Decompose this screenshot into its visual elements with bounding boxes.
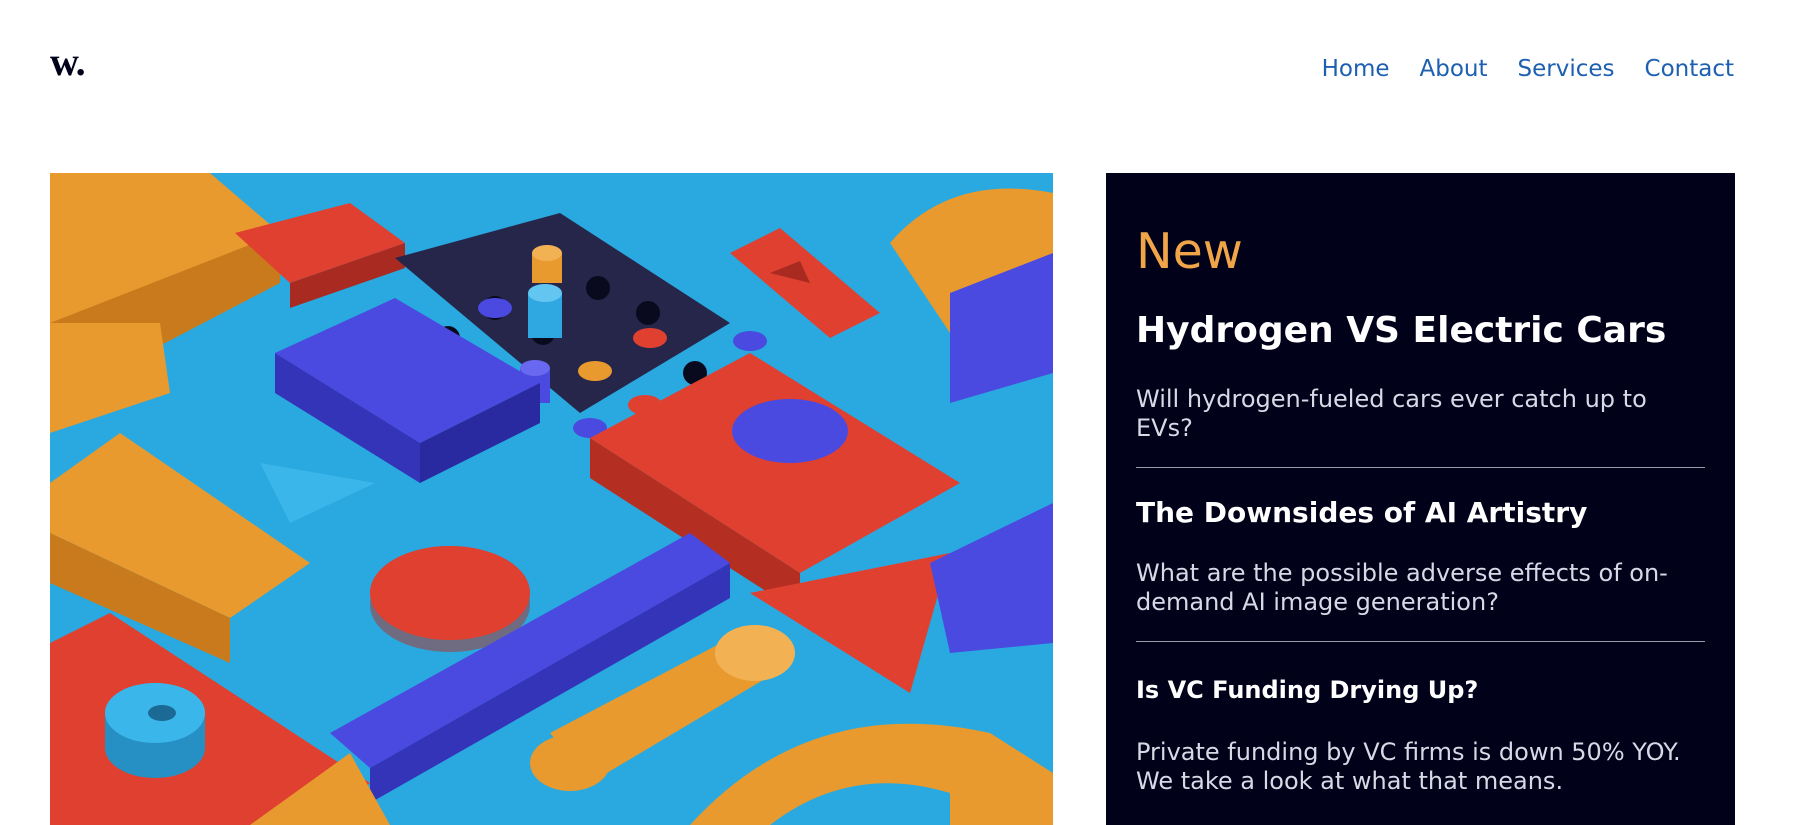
main-nav: Home About Services Contact (1322, 56, 1734, 82)
article-item[interactable]: Is VC Funding Drying Up? Private funding… (1136, 676, 1705, 796)
new-articles-panel: New Hydrogen VS Electric Cars Will hydro… (1106, 173, 1735, 825)
article-item[interactable]: Hydrogen VS Electric Cars Will hydrogen-… (1136, 310, 1705, 443)
site-logo[interactable]: w. (50, 38, 86, 85)
article-summary: Private funding by VC firms is down 50% … (1136, 738, 1681, 795)
article-item[interactable]: The Downsides of AI Artistry What are th… (1136, 496, 1705, 617)
nav-link-contact[interactable]: Contact (1645, 56, 1734, 82)
article-summary: Will hydrogen-fueled cars ever catch up … (1136, 385, 1647, 442)
article-title[interactable]: Hydrogen VS Electric Cars (1136, 310, 1705, 351)
article-summary: What are the possible adverse effects of… (1136, 559, 1668, 616)
panel-title: New (1136, 223, 1243, 280)
site-header: w. Home About Services Contact (0, 0, 1796, 140)
nav-link-about[interactable]: About (1420, 56, 1488, 82)
divider (1136, 467, 1705, 468)
abstract-blocks-illustration (50, 173, 1053, 825)
hero-image (50, 173, 1053, 825)
nav-link-home[interactable]: Home (1322, 56, 1390, 82)
nav-link-services[interactable]: Services (1518, 56, 1615, 82)
article-title[interactable]: The Downsides of AI Artistry (1136, 496, 1705, 529)
divider (1136, 641, 1705, 642)
article-title[interactable]: Is VC Funding Drying Up? (1136, 676, 1705, 704)
